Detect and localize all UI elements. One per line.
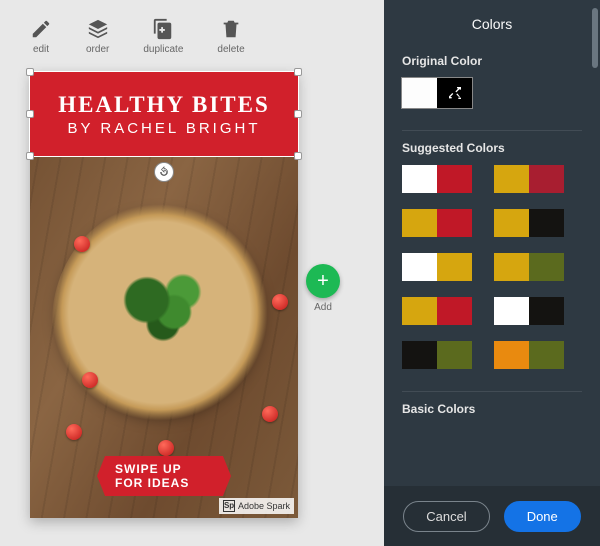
original-color-left <box>402 78 437 108</box>
swatch-half-b <box>437 341 472 369</box>
scrollbar[interactable] <box>592 8 598 68</box>
suggested-swatch-0[interactable] <box>402 165 472 193</box>
duplicate-label: duplicate <box>143 44 183 55</box>
basic-colors-section: Basic Colors <box>384 402 600 438</box>
tomato <box>82 372 98 388</box>
suggested-swatch-1[interactable] <box>494 165 564 193</box>
swatch-half-a <box>402 209 437 237</box>
rotate-handle[interactable] <box>154 162 174 182</box>
order-label: order <box>86 44 109 55</box>
title-banner[interactable]: HEALTHY BITES BY RACHEL BRIGHT <box>30 72 298 156</box>
swatch-half-a <box>402 253 437 281</box>
cta-ribbon[interactable]: SWIPE UP FOR IDEAS <box>97 456 231 496</box>
tomato <box>272 294 288 310</box>
watermark-text: Adobe Spark <box>238 501 290 511</box>
done-button[interactable]: Done <box>504 501 581 532</box>
add-label: Add <box>314 302 332 313</box>
design-card[interactable]: HEALTHY BITES BY RACHEL BRIGHT SWIPE UP … <box>30 72 298 518</box>
resize-handle-mr[interactable] <box>294 110 302 118</box>
swatch-half-a <box>494 253 529 281</box>
panel-footer: Cancel Done <box>384 486 600 546</box>
basic-colors-label: Basic Colors <box>402 402 582 416</box>
tomato <box>262 406 278 422</box>
colors-panel: Colors Original Color Suggested Colors B… <box>384 0 600 546</box>
suggested-colors-section: Suggested Colors <box>384 141 600 381</box>
suggested-swatch-7[interactable] <box>494 297 564 325</box>
canvas-area: edit order duplicate delete HEALTHY BITE… <box>0 0 384 546</box>
duplicate-icon <box>152 18 174 40</box>
tomato <box>66 424 82 440</box>
swatch-half-a <box>402 165 437 193</box>
resize-handle-tl[interactable] <box>26 68 34 76</box>
suggested-swatch-3[interactable] <box>494 209 564 237</box>
duplicate-button[interactable]: duplicate <box>143 18 183 55</box>
edit-label: edit <box>33 44 49 55</box>
shuffle-button[interactable] <box>437 78 472 108</box>
swatch-half-a <box>494 209 529 237</box>
swatch-half-b <box>529 253 564 281</box>
swatch-half-b <box>529 165 564 193</box>
original-color-swatch[interactable] <box>402 78 472 108</box>
tomato <box>74 236 90 252</box>
suggested-swatch-6[interactable] <box>402 297 472 325</box>
swatch-half-b <box>529 341 564 369</box>
suggested-swatch-4[interactable] <box>402 253 472 281</box>
resize-handle-tr[interactable] <box>294 68 302 76</box>
trash-icon <box>220 18 242 40</box>
swatch-half-a <box>402 341 437 369</box>
original-color-section: Original Color <box>384 54 600 120</box>
divider <box>402 130 582 131</box>
suggested-swatch-5[interactable] <box>494 253 564 281</box>
order-button[interactable]: order <box>86 18 109 55</box>
greens <box>120 268 210 348</box>
swatch-half-b <box>529 297 564 325</box>
shuffle-icon <box>447 85 463 101</box>
watermark: Sp Adobe Spark <box>219 498 294 514</box>
suggested-swatch-9[interactable] <box>494 341 564 369</box>
swatch-half-b <box>437 165 472 193</box>
original-color-label: Original Color <box>402 54 582 68</box>
layers-icon <box>87 18 109 40</box>
plus-icon: + <box>306 264 340 298</box>
suggested-swatch-8[interactable] <box>402 341 472 369</box>
swatch-half-b <box>437 209 472 237</box>
rotate-icon <box>158 166 170 178</box>
suggested-colors-label: Suggested Colors <box>402 141 582 155</box>
suggested-swatch-2[interactable] <box>402 209 472 237</box>
swatch-half-b <box>529 209 564 237</box>
delete-button[interactable]: delete <box>217 18 244 55</box>
design-toolbar: edit order duplicate delete <box>30 18 245 55</box>
delete-label: delete <box>217 44 244 55</box>
tomato <box>158 440 174 456</box>
design-byline: BY RACHEL BRIGHT <box>67 120 260 137</box>
cancel-button[interactable]: Cancel <box>403 501 489 532</box>
design-title: HEALTHY BITES <box>58 92 270 118</box>
swatch-half-a <box>494 297 529 325</box>
add-button[interactable]: + Add <box>306 264 340 313</box>
swatch-half-a <box>402 297 437 325</box>
swatch-half-b <box>437 297 472 325</box>
resize-handle-ml[interactable] <box>26 110 34 118</box>
watermark-badge: Sp <box>223 500 235 512</box>
divider <box>402 391 582 392</box>
swatch-half-a <box>494 341 529 369</box>
pencil-icon <box>30 18 52 40</box>
swatch-half-b <box>437 253 472 281</box>
panel-title: Colors <box>384 0 600 46</box>
edit-button[interactable]: edit <box>30 18 52 55</box>
suggested-swatches <box>402 165 582 369</box>
swatch-half-a <box>494 165 529 193</box>
